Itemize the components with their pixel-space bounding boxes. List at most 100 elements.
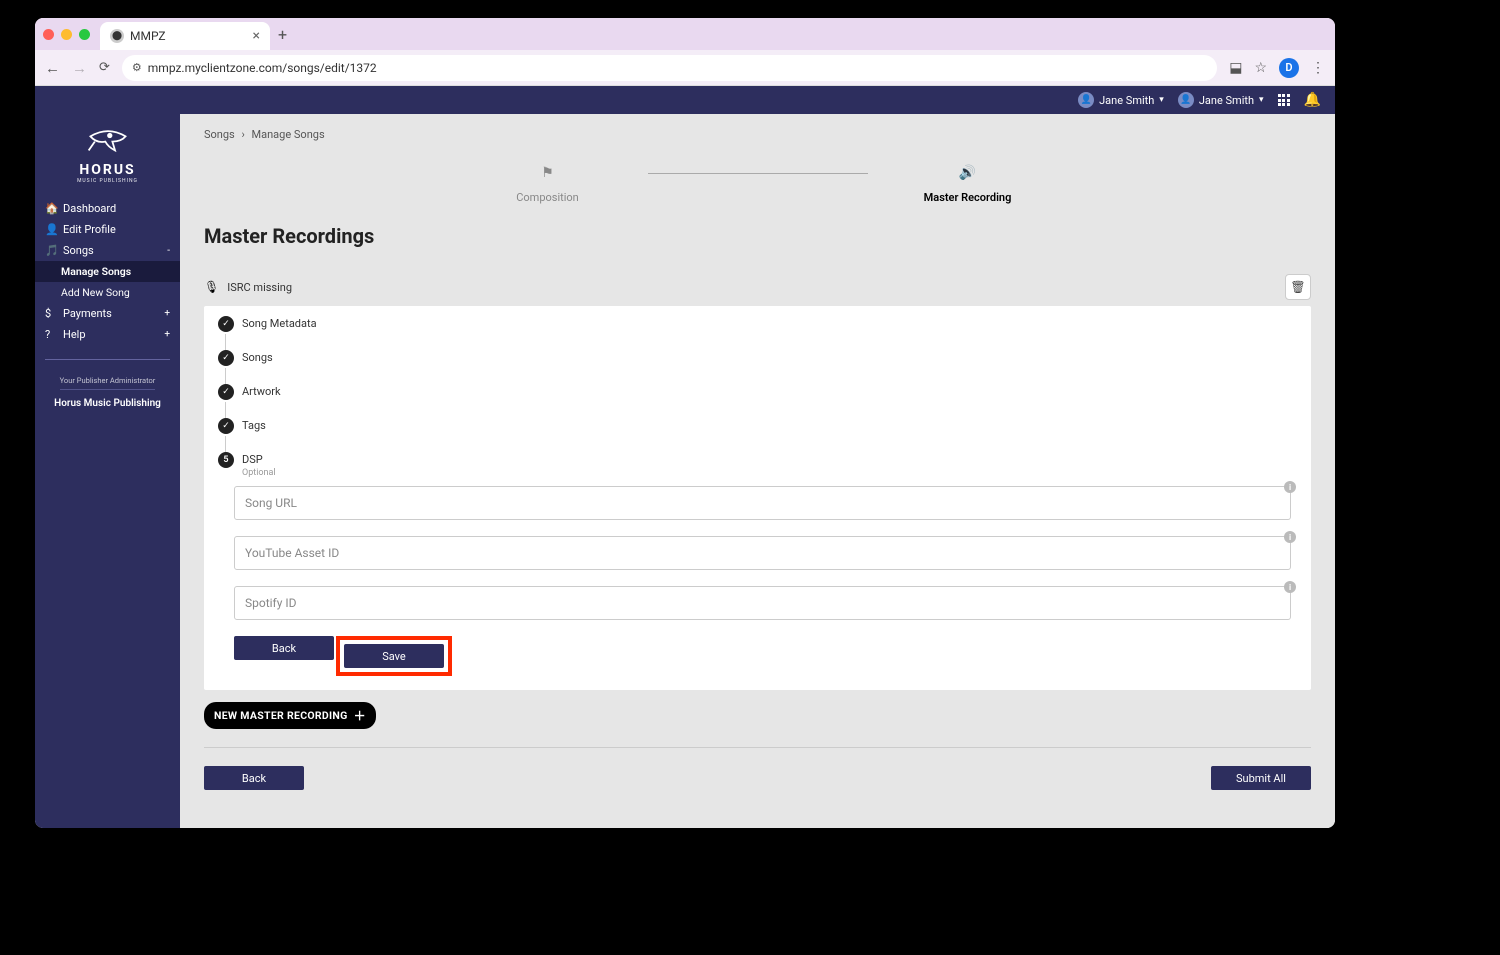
vstep-label: DSP xyxy=(242,452,276,468)
record-header: 🎙 ISRC missing 🗑 xyxy=(204,268,1311,306)
wizard-stepper: ⚑ Composition 🔊 Master Recording xyxy=(180,163,1335,204)
info-icon[interactable]: i xyxy=(1284,481,1296,493)
sidebar-item-songs[interactable]: 🎵Songs- xyxy=(35,240,180,261)
question-icon: ? xyxy=(45,328,57,341)
plus-icon: ＋ xyxy=(354,707,366,724)
sidebar: HORUS MUSIC PUBLISHING 🏠 Dashboard 👤 Edit … xyxy=(35,114,180,828)
bookmark-star-icon[interactable]: ☆ xyxy=(1254,60,1267,76)
song-url-input[interactable] xyxy=(234,486,1291,520)
breadcrumb-manage-songs[interactable]: Manage Songs xyxy=(252,128,325,141)
window-maximize-icon[interactable] xyxy=(79,29,90,40)
main-content: Songs › Manage Songs ⚑ Composition 🔊 Mas… xyxy=(180,114,1335,828)
music-icon: 🎵 xyxy=(45,244,57,257)
window-close-icon[interactable] xyxy=(43,29,54,40)
url-field[interactable]: ⚙ mmpz.myclientzone.com/songs/edit/1372 xyxy=(122,55,1217,81)
app-top-bar: 👤 Jane Smith ▾ 👤 Jane Smith ▾ 🔔 xyxy=(35,86,1335,114)
admin-info: Your Publisher Administrator Horus Music… xyxy=(45,359,170,409)
expand-icon: + xyxy=(164,329,170,340)
vstep-song-metadata[interactable]: Song Metadata xyxy=(218,316,1311,332)
microphone-icon: 🎙 xyxy=(204,280,219,294)
spotify-id-input[interactable] xyxy=(234,586,1291,620)
url-text: mmpz.myclientzone.com/songs/edit/1372 xyxy=(148,61,377,75)
trash-icon: 🗑 xyxy=(1290,280,1305,294)
dollar-icon: $ xyxy=(45,307,57,320)
back-button[interactable]: Back xyxy=(234,636,334,660)
user-menu-1[interactable]: 👤 Jane Smith ▾ xyxy=(1078,92,1164,108)
breadcrumb: Songs › Manage Songs xyxy=(180,114,1335,155)
reload-icon[interactable]: ⟳ xyxy=(99,60,110,75)
check-icon xyxy=(218,384,234,400)
info-icon[interactable]: i xyxy=(1284,531,1296,543)
url-bar: ← → ⟳ ⚙ mmpz.myclientzone.com/songs/edit… xyxy=(35,50,1335,86)
admin-label: Your Publisher Administrator xyxy=(60,376,156,390)
breadcrumb-songs[interactable]: Songs xyxy=(204,128,235,141)
horus-logo-icon xyxy=(86,124,130,154)
notifications-bell-icon[interactable]: 🔔 xyxy=(1304,92,1321,108)
new-master-recording-button[interactable]: NEW MASTER RECORDING ＋ xyxy=(204,702,376,729)
browser-tab-bar: ⬤ MMPZ × + xyxy=(35,18,1335,50)
avatar-icon: 👤 xyxy=(1078,92,1094,108)
vstep-songs[interactable]: Songs xyxy=(218,350,1311,366)
check-icon xyxy=(218,350,234,366)
step-master-recording[interactable]: 🔊 Master Recording xyxy=(868,163,1068,204)
new-tab-button[interactable]: + xyxy=(278,25,287,44)
home-icon: 🏠 xyxy=(45,202,57,215)
new-master-label: NEW MASTER RECORDING xyxy=(214,709,348,722)
check-icon xyxy=(218,418,234,434)
apps-grid-icon[interactable] xyxy=(1278,94,1290,106)
check-icon xyxy=(218,316,234,332)
tab-close-icon[interactable]: × xyxy=(253,28,260,44)
breadcrumb-separator: › xyxy=(241,128,244,141)
chevron-down-icon: ▾ xyxy=(1159,95,1164,105)
vstep-label: Songs xyxy=(242,350,273,366)
install-app-icon[interactable]: ⬓ xyxy=(1229,60,1242,76)
expand-icon: + xyxy=(164,308,170,319)
vstep-artwork[interactable]: Artwork xyxy=(218,384,1311,400)
site-info-icon[interactable]: ⚙ xyxy=(132,61,142,74)
sidebar-item-add-new-song[interactable]: Add New Song xyxy=(35,282,180,303)
step-composition[interactable]: ⚑ Composition xyxy=(448,163,648,204)
step-connector xyxy=(648,173,868,174)
youtube-asset-id-input[interactable] xyxy=(234,536,1291,570)
step-number-badge: 5 xyxy=(218,452,234,468)
tab-title: MMPZ xyxy=(130,29,166,43)
sidebar-item-dashboard[interactable]: 🏠 Dashboard xyxy=(35,198,180,219)
nav-label: Edit Profile xyxy=(63,223,116,236)
forward-arrow-icon: → xyxy=(72,59,87,77)
person-icon: 👤 xyxy=(45,223,57,236)
profile-badge[interactable]: D xyxy=(1279,58,1299,78)
sidebar-item-payments[interactable]: $ Payments + xyxy=(35,303,180,324)
record-card: Song Metadata Songs Artwork xyxy=(204,306,1311,690)
sidebar-nav: 🏠 Dashboard 👤 Edit Profile 🎵Songs- Manage … xyxy=(35,198,180,345)
window-minimize-icon[interactable] xyxy=(61,29,72,40)
vertical-stepper: Song Metadata Songs Artwork xyxy=(204,316,1311,478)
nav-label: Dashboard xyxy=(63,202,116,215)
nav-label: Manage Songs xyxy=(61,265,131,278)
browser-tab[interactable]: ⬤ MMPZ × xyxy=(100,22,270,50)
bottom-back-button[interactable]: Back xyxy=(204,766,304,790)
chevron-down-icon: ▾ xyxy=(1259,95,1264,105)
back-arrow-icon[interactable]: ← xyxy=(45,59,60,77)
sidebar-item-help[interactable]: ?Help+ xyxy=(35,324,180,345)
nav-label: Payments xyxy=(63,307,112,320)
save-button[interactable]: Save xyxy=(344,644,444,668)
speaker-icon: 🔊 xyxy=(958,163,978,183)
favicon-icon: ⬤ xyxy=(110,29,124,43)
sidebar-item-manage-songs[interactable]: Manage Songs xyxy=(35,261,180,282)
step-label: Composition xyxy=(516,191,579,204)
user-name: Jane Smith xyxy=(1099,94,1154,107)
delete-button[interactable]: 🗑 xyxy=(1285,274,1311,300)
save-highlight-box: Save xyxy=(336,636,452,676)
vstep-dsp[interactable]: 5 DSP Optional xyxy=(218,452,1311,478)
sidebar-item-edit-profile[interactable]: 👤 Edit Profile xyxy=(35,219,180,240)
submit-all-button[interactable]: Submit All xyxy=(1211,766,1311,790)
user-menu-2[interactable]: 👤 Jane Smith ▾ xyxy=(1178,92,1264,108)
step-label: Master Recording xyxy=(924,191,1012,204)
browser-menu-icon[interactable]: ⋮ xyxy=(1311,60,1325,76)
vstep-tags[interactable]: Tags xyxy=(218,418,1311,434)
logo: HORUS MUSIC PUBLISHING xyxy=(35,114,180,198)
info-icon[interactable]: i xyxy=(1284,581,1296,593)
flag-icon: ⚑ xyxy=(538,163,558,183)
vstep-label: Tags xyxy=(242,418,266,434)
user-name: Jane Smith xyxy=(1199,94,1254,107)
